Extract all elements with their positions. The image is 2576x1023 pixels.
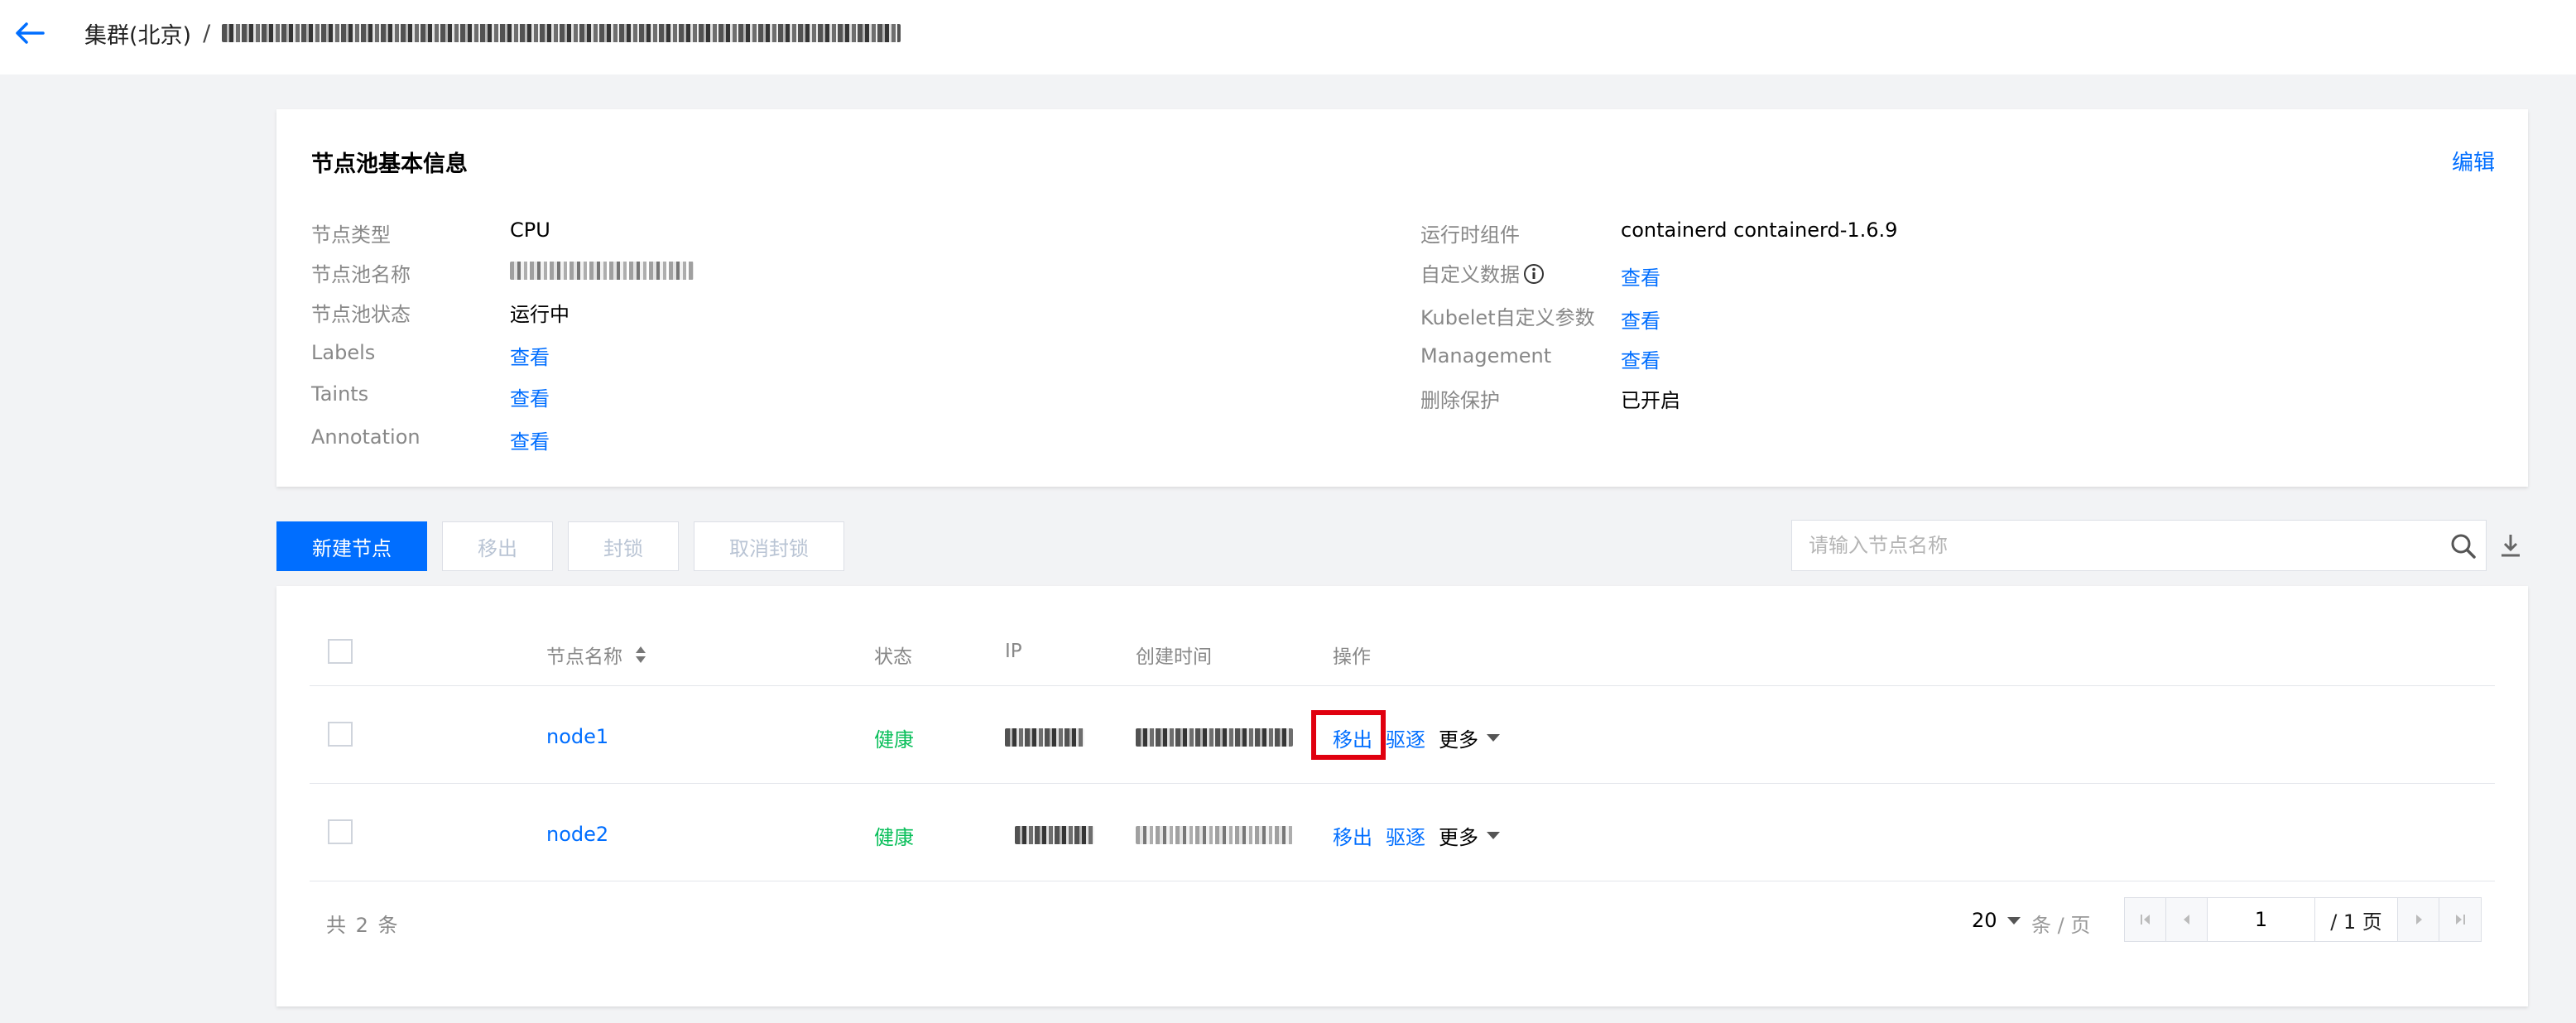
row-remove-link[interactable]: 移出	[1333, 723, 1372, 752]
taints-view-link[interactable]: 查看	[510, 382, 550, 411]
kv-key: 自定义数据	[1420, 258, 1545, 287]
row-drain-link[interactable]: 驱逐	[1386, 821, 1425, 850]
search-input[interactable]	[1809, 521, 2438, 570]
kubelet-view-link[interactable]: 查看	[1621, 305, 1660, 334]
remove-button[interactable]: 移出	[442, 521, 553, 571]
next-page-icon	[2415, 915, 2422, 925]
breadcrumb-cluster[interactable]: 集群(北京)	[84, 17, 191, 50]
created-time-redacted	[1136, 728, 1293, 752]
page-size-select[interactable]: 20	[1972, 909, 2021, 932]
sort-icon[interactable]	[634, 645, 647, 665]
kv-key: 删除保护	[1420, 389, 1500, 412]
breadcrumb-separator: /	[203, 20, 211, 46]
create-node-button[interactable]: 新建节点	[276, 521, 427, 571]
kv-key: Kubelet自定义参数	[1420, 306, 1595, 329]
ip-redacted	[1015, 826, 1094, 849]
page-number-input[interactable]	[2208, 898, 2315, 941]
column-header-ip: IP	[1005, 641, 1022, 662]
row-checkbox[interactable]	[328, 722, 353, 747]
node-name-link[interactable]: node1	[546, 725, 608, 748]
kv-value: containerd containerd-1.6.9	[1621, 219, 1898, 242]
download-icon[interactable]	[2497, 531, 2525, 560]
kv-key: 运行时组件	[1420, 223, 1520, 247]
annotation-view-link[interactable]: 查看	[510, 425, 550, 454]
kv-key: Management	[1420, 344, 1552, 367]
caret-down-icon	[2006, 916, 2021, 925]
total-pages: / 1 页	[2315, 898, 2398, 941]
node-table-card: 节点名称 状态 IP 创建时间 操作 node1 健康 移出 驱逐 更多 nod…	[276, 586, 2528, 1006]
column-header-actions: 操作	[1333, 646, 1371, 668]
row-drain-link[interactable]: 驱逐	[1386, 723, 1425, 752]
caret-down-icon	[1487, 734, 1500, 742]
search-icon[interactable]	[2449, 532, 2477, 560]
management-view-link[interactable]: 查看	[1621, 344, 1660, 373]
kv-key: 节点池名称	[311, 263, 411, 286]
kv-key: Taints	[311, 382, 369, 406]
first-page-button[interactable]	[2125, 898, 2166, 941]
kv-key: 节点类型	[311, 223, 391, 247]
last-page-button[interactable]	[2439, 898, 2481, 941]
cordon-button[interactable]: 封锁	[568, 521, 679, 571]
search-box	[1791, 520, 2487, 571]
pagination: / 1 页	[2124, 897, 2482, 942]
row-checkbox[interactable]	[328, 819, 353, 844]
arrow-left-icon[interactable]	[10, 17, 48, 50]
custom-data-view-link[interactable]: 查看	[1621, 262, 1660, 291]
kv-key: 节点池状态	[311, 303, 411, 326]
breadcrumb: 集群(北京) /	[84, 17, 901, 50]
info-icon[interactable]	[1523, 263, 1545, 285]
row-remove-link[interactable]: 移出	[1333, 821, 1372, 850]
page-size-unit: 条 / 页	[2031, 914, 2091, 937]
kv-value: 已开启	[1621, 389, 1680, 412]
card-title: 节点池基本信息	[311, 151, 468, 177]
breadcrumb-redacted-path	[222, 24, 901, 42]
column-header-name[interactable]: 节点名称	[546, 641, 647, 669]
created-time-redacted	[1136, 826, 1293, 849]
uncordon-button[interactable]: 取消封锁	[694, 521, 844, 571]
select-all-checkbox[interactable]	[328, 639, 353, 664]
kv-key: Annotation	[311, 425, 421, 449]
prev-page-button[interactable]	[2166, 898, 2208, 941]
labels-view-link[interactable]: 查看	[510, 341, 550, 370]
column-header-created: 创建时间	[1136, 646, 1212, 668]
edit-link[interactable]: 编辑	[2452, 146, 2495, 176]
row-more-dropdown[interactable]: 更多	[1439, 723, 1500, 752]
kv-value: 运行中	[510, 303, 570, 326]
total-count: 共 2 条	[326, 914, 400, 937]
prev-page-icon	[2183, 915, 2189, 925]
kv-value-redacted	[510, 262, 694, 285]
node-name-link[interactable]: node2	[546, 823, 608, 846]
divider	[310, 685, 2495, 686]
divider	[310, 783, 2495, 784]
ip-redacted	[1005, 728, 1084, 752]
next-page-button[interactable]	[2398, 898, 2439, 941]
caret-down-icon	[1487, 832, 1500, 839]
last-page-icon	[2456, 915, 2465, 925]
nodepool-info-card: 节点池基本信息 编辑 节点类型 CPU 节点池名称 节点池状态 运行中 Labe…	[276, 109, 2528, 487]
first-page-icon	[2140, 915, 2150, 925]
status-badge: 健康	[874, 826, 914, 849]
status-badge: 健康	[874, 728, 914, 752]
kv-value: CPU	[510, 219, 550, 242]
top-bar: 集群(北京) /	[0, 0, 2576, 74]
kv-key: Labels	[311, 341, 376, 364]
row-more-dropdown[interactable]: 更多	[1439, 821, 1500, 850]
column-header-status: 状态	[874, 646, 912, 668]
